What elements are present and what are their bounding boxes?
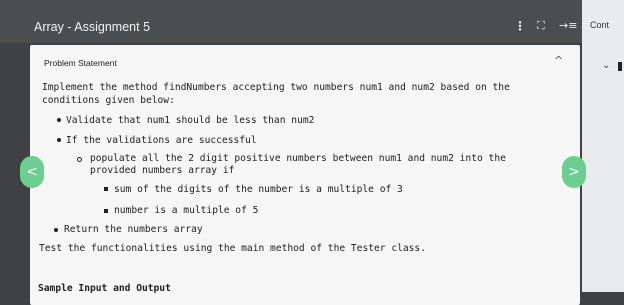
condition-item: sum of the digits of the number is a mul… bbox=[114, 184, 403, 195]
bullet-icon bbox=[54, 228, 58, 232]
fullscreen-icon[interactable]: ⛶ bbox=[537, 18, 545, 34]
problem-intro: Implement the method findNumbers accepti… bbox=[42, 82, 510, 106]
bullet-icon bbox=[57, 118, 61, 122]
list-item: Validate that num1 should be less than n… bbox=[66, 115, 315, 126]
sample-io-heading: Sample Input and Output bbox=[38, 283, 171, 294]
sub-list-item: populate all the 2 digit positive number… bbox=[90, 153, 506, 176]
more-options-icon[interactable]: ⋮ bbox=[514, 18, 526, 34]
next-button[interactable]: > bbox=[562, 156, 586, 188]
list-item: If the validations are successful bbox=[66, 135, 257, 146]
panel-marker bbox=[618, 62, 622, 71]
problem-statement-card: Problem Statement ^ Implement the method… bbox=[30, 45, 580, 305]
chevron-down-icon[interactable]: ⌄ bbox=[602, 60, 610, 71]
list-item: Return the numbers array bbox=[64, 224, 203, 235]
circle-bullet-icon bbox=[77, 157, 82, 162]
section-label: Problem Statement bbox=[44, 58, 117, 68]
continue-button[interactable]: Cont bbox=[590, 20, 609, 30]
collapse-chevron-icon[interactable]: ^ bbox=[554, 54, 563, 67]
assignment-title: Array - Assignment 5 bbox=[34, 20, 151, 34]
condition-item: number is a multiple of 5 bbox=[114, 205, 259, 216]
square-bullet-icon bbox=[104, 209, 108, 213]
square-bullet-icon bbox=[104, 187, 108, 191]
test-instruction: Test the functionalities using the main … bbox=[39, 243, 426, 254]
bullet-icon bbox=[57, 138, 61, 142]
right-panel: Cont ⌄ bbox=[582, 0, 624, 292]
app-header: Array - Assignment 5 ⋮ ⛶ →≡ bbox=[0, 0, 582, 43]
previous-button[interactable]: < bbox=[20, 156, 44, 188]
toggle-panel-icon[interactable]: →≡ bbox=[559, 18, 577, 34]
